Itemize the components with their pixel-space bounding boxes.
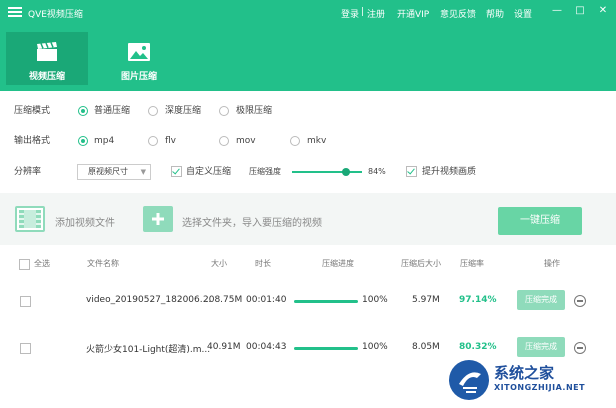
watermark-text: 系统之家 xyxy=(494,364,555,382)
watermark-logo-icon xyxy=(449,360,489,400)
tab-image-compress[interactable]: 图片压缩 xyxy=(98,32,180,85)
header-size: 大小 xyxy=(211,259,227,268)
row-size: 208.75M xyxy=(203,295,243,305)
row-duration: 00:01:40 xyxy=(246,295,287,305)
radio-extreme-compress[interactable] xyxy=(219,106,229,116)
film-clapper-icon xyxy=(37,42,57,61)
help-link[interactable]: 帮助 xyxy=(486,7,504,20)
row-size-after: 5.97M xyxy=(412,295,440,305)
mode-normal-label[interactable]: 普通压缩 xyxy=(94,104,130,118)
strength-label: 压缩强度 xyxy=(249,167,281,176)
enhance-quality-label: 提升视频画质 xyxy=(422,167,477,177)
row-size: 40.91M xyxy=(207,342,241,352)
add-video-file-icon[interactable] xyxy=(15,206,45,232)
header-rate: 压缩率 xyxy=(460,259,484,268)
app-header: QVE视频压缩 登录 | 注册 开通VIP 意见反馈 帮助 设置 — □ ✕ 视… xyxy=(0,0,616,91)
mode-deep-label[interactable]: 深度压缩 xyxy=(165,104,201,118)
add-video-file-link[interactable]: 添加视频文件 xyxy=(55,214,115,229)
radio-flv[interactable] xyxy=(148,136,158,146)
row-progress-bar xyxy=(294,347,358,350)
row-file-name: 火箭少女101-Light(超清).m... xyxy=(86,345,211,355)
row-duration: 00:04:43 xyxy=(246,342,287,352)
radio-normal-compress[interactable] xyxy=(78,106,88,116)
row-rate: 80.32% xyxy=(459,342,497,352)
app-logo-icon xyxy=(8,7,22,18)
header-action: 操作 xyxy=(544,259,560,268)
table-header: 全选 文件名称 大小 时长 压缩进度 压缩后大小 压缩率 操作 xyxy=(0,256,616,272)
radio-mp4[interactable] xyxy=(78,136,88,146)
format-mkv-label[interactable]: mkv xyxy=(307,134,326,148)
radio-deep-compress[interactable] xyxy=(148,106,158,116)
format-flv-label[interactable]: flv xyxy=(165,134,176,148)
radio-mov[interactable] xyxy=(219,136,229,146)
custom-compress-checkbox[interactable] xyxy=(171,166,182,177)
remove-row-icon[interactable] xyxy=(574,295,586,307)
feedback-link[interactable]: 意见反馈 xyxy=(440,7,476,20)
table-row: 火箭少女101-Light(超清).m... 40.91M 00:04:43 1… xyxy=(0,334,616,362)
header-duration: 时长 xyxy=(255,259,271,268)
row-status-button[interactable]: 压缩完成 xyxy=(517,337,565,357)
row-progress: 100% xyxy=(362,342,388,352)
row-checkbox[interactable] xyxy=(20,343,31,354)
app-title: QVE视频压缩 xyxy=(28,10,83,20)
strength-slider-track[interactable] xyxy=(292,171,362,173)
row-checkbox[interactable] xyxy=(20,296,31,307)
login-link[interactable]: 登录 xyxy=(341,7,359,20)
header-name: 文件名称 xyxy=(87,259,119,268)
enhance-quality-checkbox[interactable] xyxy=(406,166,417,177)
compress-all-button[interactable]: 一键压缩 xyxy=(498,207,582,235)
minimize-icon[interactable]: — xyxy=(550,5,564,16)
row-rate: 97.14% xyxy=(459,295,497,305)
format-mp4-label[interactable]: mp4 xyxy=(94,134,114,148)
close-icon[interactable]: ✕ xyxy=(596,5,610,16)
strength-slider-knob[interactable] xyxy=(342,168,350,176)
radio-mkv[interactable] xyxy=(290,136,300,146)
vip-link[interactable]: 开通VIP xyxy=(397,7,429,20)
resolution-value: 原视频尺寸 xyxy=(88,167,128,176)
maximize-icon[interactable]: □ xyxy=(573,5,587,16)
add-folder-icon[interactable] xyxy=(143,206,173,232)
nav-separator: | xyxy=(361,7,365,17)
tab-video-label: 视频压缩 xyxy=(28,72,65,82)
output-format-label: 输出格式 xyxy=(14,136,51,146)
mode-extreme-label[interactable]: 极限压缩 xyxy=(236,104,272,118)
register-link[interactable]: 注册 xyxy=(367,7,385,20)
header-size-after: 压缩后大小 xyxy=(401,259,441,268)
header-progress: 压缩进度 xyxy=(322,259,354,268)
table-row: video_20190527_182006.... 208.75M 00:01:… xyxy=(0,287,616,315)
resolution-select[interactable]: 原视频尺寸 ▼ xyxy=(77,164,151,180)
format-mov-label[interactable]: mov xyxy=(236,134,256,148)
row-file-name: video_20190527_182006.... xyxy=(86,295,212,305)
strength-value: 84% xyxy=(368,167,386,176)
tab-image-label: 图片压缩 xyxy=(120,72,157,82)
watermark-subtext: XITONGZHIJIA.NET xyxy=(494,383,586,392)
add-folder-link[interactable]: 选择文件夹，导入要压缩的视频 xyxy=(182,214,322,229)
row-size-after: 8.05M xyxy=(412,342,440,352)
resolution-row: 分辨率 原视频尺寸 ▼ 自定义压缩 压缩强度 84% 提升视频画质 xyxy=(14,164,616,180)
resolution-label: 分辨率 xyxy=(14,167,42,177)
chevron-down-icon: ▼ xyxy=(140,168,146,176)
compress-mode-label: 压缩模式 xyxy=(14,106,51,116)
settings-link[interactable]: 设置 xyxy=(514,7,532,20)
select-all-checkbox[interactable] xyxy=(19,259,30,270)
custom-compress-label: 自定义压缩 xyxy=(186,167,232,177)
image-icon xyxy=(128,43,150,61)
header-select-all: 全选 xyxy=(34,259,50,268)
title-bar: QVE视频压缩 登录 | 注册 开通VIP 意见反馈 帮助 设置 — □ ✕ xyxy=(0,0,616,26)
remove-row-icon[interactable] xyxy=(574,342,586,354)
row-progress: 100% xyxy=(362,295,388,305)
tab-video-compress[interactable]: 视频压缩 xyxy=(6,32,88,85)
row-status-button[interactable]: 压缩完成 xyxy=(517,290,565,310)
row-progress-bar xyxy=(294,300,358,303)
